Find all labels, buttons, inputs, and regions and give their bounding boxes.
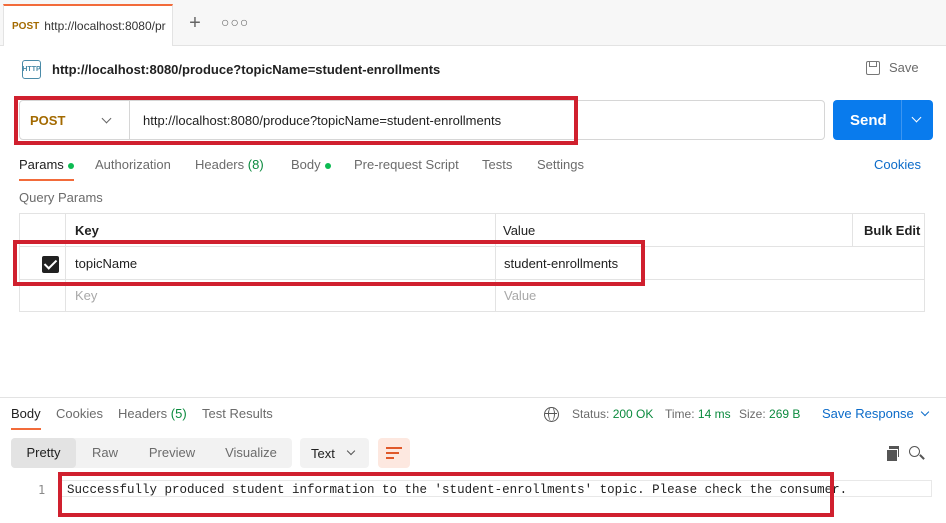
- active-tab-indicator: [19, 179, 74, 181]
- tab-tests[interactable]: Tests: [482, 157, 512, 172]
- url-input[interactable]: http://localhost:8080/produce?topicName=…: [143, 113, 501, 128]
- col-divider: [852, 214, 853, 246]
- col-divider: [495, 214, 496, 311]
- more-icon[interactable]: ○○○: [221, 14, 249, 30]
- param-value[interactable]: student-enrollments: [504, 256, 618, 271]
- row-divider: [20, 279, 924, 280]
- request-tab[interactable]: POST http://localhost:8080/pr: [3, 4, 173, 46]
- method-select[interactable]: POST: [20, 101, 130, 139]
- http-icon: HTTP: [22, 60, 41, 79]
- row-divider: [20, 246, 924, 247]
- size-readout: Size: 269 B: [739, 407, 801, 421]
- send-label: Send: [850, 112, 887, 129]
- plus-icon[interactable]: +: [186, 13, 204, 33]
- view-preview[interactable]: Preview: [136, 438, 208, 468]
- save-label: Save: [889, 60, 919, 75]
- tab-authorization[interactable]: Authorization: [95, 157, 171, 172]
- bulk-edit-button[interactable]: Bulk Edit: [864, 223, 920, 238]
- line-number: 1: [38, 483, 46, 497]
- time-readout: Time: 14 ms: [665, 407, 731, 421]
- view-pretty[interactable]: Pretty: [11, 438, 76, 468]
- new-key-input[interactable]: Key: [75, 288, 97, 303]
- url-bar: POST http://localhost:8080/produce?topic…: [19, 100, 825, 140]
- send-button[interactable]: Send: [833, 100, 933, 140]
- response-tab-headers[interactable]: Headers (5): [118, 406, 187, 421]
- chevron-down-icon[interactable]: [911, 112, 922, 123]
- tab-settings[interactable]: Settings: [537, 157, 584, 172]
- param-checkbox[interactable]: [42, 256, 59, 273]
- view-visualize[interactable]: Visualize: [213, 438, 289, 468]
- chevron-down-icon: [346, 446, 356, 456]
- save-button[interactable]: Save: [866, 60, 919, 75]
- col-divider: [65, 214, 66, 311]
- tab-body[interactable]: Body: [291, 157, 331, 172]
- tab-params[interactable]: Params: [19, 157, 74, 172]
- status-dot: [324, 162, 331, 169]
- params-table: Key Value Bulk Edit topicName student-en…: [19, 213, 925, 312]
- chevron-down-icon: [920, 407, 930, 417]
- tab-headers[interactable]: Headers (8): [195, 157, 264, 172]
- key-header: Key: [75, 223, 99, 238]
- format-select[interactable]: Text: [300, 438, 369, 468]
- response-tab-cookies[interactable]: Cookies: [56, 406, 103, 421]
- send-divider: [901, 100, 902, 140]
- copy-icon[interactable]: [886, 446, 899, 462]
- tab-bar: POST http://localhost:8080/pr + ○○○: [0, 0, 946, 46]
- response-tab-test-results[interactable]: Test Results: [202, 406, 273, 421]
- format-value: Text: [311, 446, 335, 461]
- wrap-lines-button[interactable]: [378, 438, 410, 468]
- status-dot: [67, 162, 74, 169]
- pane-divider[interactable]: [0, 397, 946, 398]
- value-header: Value: [503, 223, 536, 238]
- save-icon: [866, 60, 880, 75]
- tab-pre-request-script[interactable]: Pre-request Script: [354, 157, 459, 172]
- query-params-title: Query Params: [19, 190, 103, 205]
- response-body-line[interactable]: Successfully produced student informatio…: [67, 483, 847, 497]
- active-tab-indicator: [11, 428, 41, 430]
- param-key[interactable]: topicName: [75, 256, 137, 271]
- globe-icon[interactable]: [544, 407, 559, 422]
- tab-url: http://localhost:8080/pr: [44, 19, 166, 33]
- cookies-link[interactable]: Cookies: [874, 157, 921, 172]
- new-value-input[interactable]: Value: [504, 288, 536, 303]
- response-tab-body[interactable]: Body: [11, 406, 41, 421]
- request-title[interactable]: http://localhost:8080/produce?topicName=…: [52, 62, 440, 77]
- method-value: POST: [30, 112, 66, 128]
- status-readout: Status: 200 OK: [572, 407, 654, 421]
- tab-method: POST: [12, 20, 40, 32]
- view-mode-group: Pretty Raw Preview Visualize: [11, 438, 292, 468]
- chevron-down-icon: [101, 113, 112, 124]
- view-raw[interactable]: Raw: [76, 438, 134, 468]
- save-response-button[interactable]: Save Response: [822, 406, 930, 421]
- response-body[interactable]: 1 Successfully produced student informat…: [0, 478, 946, 523]
- search-icon[interactable]: [909, 446, 920, 457]
